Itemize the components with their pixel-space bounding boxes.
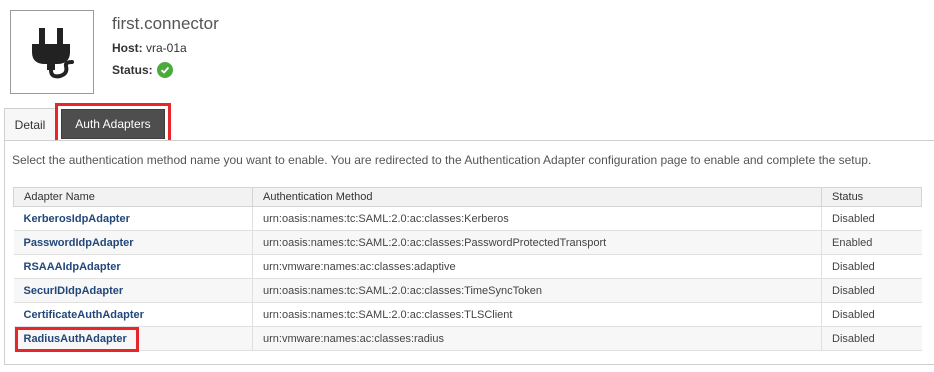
- tab-detail[interactable]: Detail: [4, 108, 56, 141]
- connector-icon-box: [10, 10, 94, 94]
- adapter-link-kerberos[interactable]: KerberosIdpAdapter: [24, 213, 130, 225]
- method-cell: urn:vmware:names:ac:classes:adaptive: [252, 254, 822, 279]
- status-label: Status:: [112, 63, 153, 77]
- method-cell: urn:oasis:names:tc:SAML:2.0:ac:classes:T…: [252, 278, 822, 303]
- method-cell: urn:oasis:names:tc:SAML:2.0:ac:classes:K…: [252, 206, 822, 231]
- adapter-link-certificate[interactable]: CertificateAuthAdapter: [24, 309, 144, 321]
- table-header-row: Adapter Name Authentication Method Statu…: [13, 187, 922, 207]
- status-cell: Disabled: [821, 254, 922, 279]
- method-cell: urn:oasis:names:tc:SAML:2.0:ac:classes:T…: [252, 302, 822, 327]
- host-row: Host: vra-01a: [112, 41, 187, 55]
- adapter-link-securid[interactable]: SecurIDIdpAdapter: [24, 285, 124, 297]
- adapter-link-radius[interactable]: RadiusAuthAdapter: [24, 333, 127, 345]
- table-row: KerberosIdpAdapter urn:oasis:names:tc:SA…: [13, 206, 922, 231]
- status-cell: Disabled: [821, 206, 922, 231]
- status-cell: Disabled: [821, 278, 922, 303]
- column-header-authentication-method[interactable]: Authentication Method: [252, 187, 822, 207]
- method-cell: urn:vmware:names:ac:classes:radius: [252, 326, 822, 351]
- check-circle-icon: [156, 62, 173, 78]
- column-header-adapter-name[interactable]: Adapter Name: [13, 187, 253, 207]
- status-cell: Enabled: [821, 230, 922, 255]
- auth-adapters-panel: Select the authentication method name yo…: [4, 140, 934, 365]
- column-header-status[interactable]: Status: [821, 187, 922, 207]
- table-row: RSAAAIdpAdapter urn:vmware:names:ac:clas…: [13, 254, 922, 279]
- host-label: Host:: [112, 41, 143, 55]
- table-row: CertificateAuthAdapter urn:oasis:names:t…: [13, 302, 922, 327]
- adapter-link-rsaaa[interactable]: RSAAAIdpAdapter: [24, 261, 121, 273]
- table-row: SecurIDIdpAdapter urn:oasis:names:tc:SAM…: [13, 278, 922, 303]
- status-cell: Disabled: [821, 326, 922, 351]
- adapter-link-password[interactable]: PasswordIdpAdapter: [24, 237, 134, 249]
- table-row: PasswordIdpAdapter urn:oasis:names:tc:SA…: [13, 230, 922, 255]
- status-row: Status:: [112, 62, 173, 78]
- method-cell: urn:oasis:names:tc:SAML:2.0:ac:classes:P…: [252, 230, 822, 255]
- instructions-text: Select the authentication method name yo…: [12, 153, 872, 167]
- adapters-table: Adapter Name Authentication Method Statu…: [13, 187, 922, 351]
- status-cell: Disabled: [821, 302, 922, 327]
- connector-title: first.connector: [112, 14, 219, 33]
- host-value: vra-01a: [146, 41, 187, 55]
- tab-bar: Detail Auth Adapters: [0, 103, 934, 143]
- plug-icon: [32, 28, 74, 79]
- table-row: RadiusAuthAdapter urn:vmware:names:ac:cl…: [13, 326, 922, 351]
- tab-auth-adapters[interactable]: Auth Adapters: [61, 109, 165, 139]
